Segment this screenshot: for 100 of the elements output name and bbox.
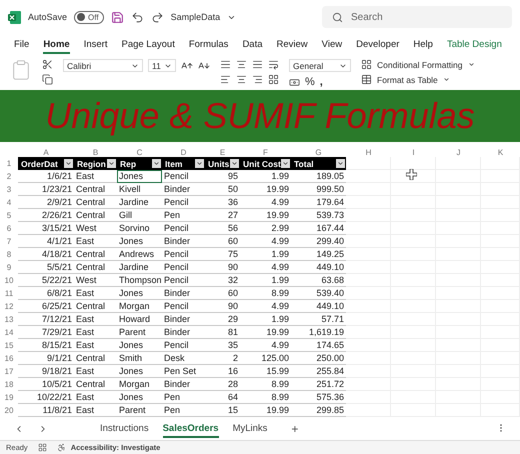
table-cell: East xyxy=(74,365,117,378)
table-cell: 6/25/21 xyxy=(18,300,74,313)
table-cell: East xyxy=(74,287,117,300)
font-name-dropdown[interactable]: Calibri xyxy=(63,59,143,72)
table-cell: 575.36 xyxy=(291,391,346,404)
row-header[interactable]: 18 xyxy=(0,378,18,391)
table-cell: Binder xyxy=(162,326,205,339)
menu-tab[interactable]: Page Layout xyxy=(121,36,175,54)
table-cell: Binder xyxy=(162,235,205,248)
column-header[interactable]: A xyxy=(18,147,74,157)
row-header[interactable]: 13 xyxy=(0,313,18,326)
table-cell: Central xyxy=(74,378,117,391)
table-cell: 35 xyxy=(205,339,240,352)
table-cell: 19.99 xyxy=(240,404,291,417)
menu-tab[interactable]: Help xyxy=(413,36,433,54)
table-cell: 299.85 xyxy=(291,404,346,417)
menu-tab[interactable]: Insert xyxy=(84,36,108,54)
sheet-tab[interactable]: MyLinks xyxy=(232,420,268,438)
table-cell: Pencil xyxy=(162,261,205,274)
table-cell: Binder xyxy=(162,183,205,196)
row-header[interactable]: 14 xyxy=(0,326,18,339)
table-cell: Central xyxy=(74,248,117,261)
style-command[interactable]: Format as Table xyxy=(377,74,438,84)
table-cell: Jones xyxy=(117,365,162,378)
menu-tab[interactable]: Formulas xyxy=(188,36,228,54)
row-header[interactable]: 2 xyxy=(0,170,18,183)
menu-tab[interactable]: Home xyxy=(43,36,70,54)
row-header[interactable]: 1 xyxy=(0,157,18,170)
menu-tab[interactable]: Data xyxy=(242,36,263,54)
table-header: Units xyxy=(205,157,240,170)
column-header[interactable]: I xyxy=(391,147,436,157)
table-cell: 4.99 xyxy=(240,261,291,274)
table-cell: 8.99 xyxy=(240,378,291,391)
table-header: Item xyxy=(162,157,205,170)
column-header[interactable]: D xyxy=(162,147,205,157)
comma-button[interactable]: , xyxy=(320,76,323,88)
table-cell: 36 xyxy=(205,196,240,209)
table-cell: East xyxy=(74,339,117,352)
font-size-dropdown[interactable]: 11 xyxy=(148,59,176,72)
sheet-tab[interactable]: Instructions xyxy=(100,420,149,438)
row-header[interactable]: 11 xyxy=(0,287,18,300)
column-header[interactable]: E xyxy=(205,147,240,157)
column-header[interactable]: C xyxy=(117,147,162,157)
row-header[interactable]: 6 xyxy=(0,222,18,235)
column-header[interactable]: H xyxy=(346,147,391,157)
row-header[interactable]: 3 xyxy=(0,183,18,196)
table-cell: 95 xyxy=(205,170,240,183)
row-header[interactable]: 9 xyxy=(0,261,18,274)
table-cell: 27 xyxy=(205,209,240,222)
sheet-tab[interactable]: SalesOrders xyxy=(162,420,219,438)
number-format-dropdown[interactable]: General xyxy=(289,59,351,72)
table-cell: 4.99 xyxy=(240,339,291,352)
autosave-toggle[interactable]: Off xyxy=(74,10,104,24)
menu-tab[interactable]: Review xyxy=(276,36,308,54)
search-field[interactable]: Search xyxy=(322,6,512,28)
table-cell: Pen xyxy=(162,209,205,222)
table-cell: 8/15/21 xyxy=(18,339,74,352)
column-header[interactable]: B xyxy=(74,147,117,157)
row-header[interactable]: 5 xyxy=(0,209,18,222)
row-header[interactable]: 17 xyxy=(0,365,18,378)
table-cell: Central xyxy=(74,183,117,196)
menu-tab[interactable]: View xyxy=(322,36,342,54)
column-header[interactable]: G xyxy=(291,147,346,157)
file-name[interactable]: SampleData xyxy=(170,12,220,22)
add-sheet-button[interactable]: + xyxy=(291,422,298,436)
table-cell: 250.00 xyxy=(291,352,346,365)
style-command[interactable]: Conditional Formatting xyxy=(377,60,463,70)
row-header[interactable]: 16 xyxy=(0,352,18,365)
column-header[interactable]: K xyxy=(481,147,520,157)
table-cell: Gill xyxy=(117,209,162,222)
column-header[interactable]: F xyxy=(240,147,291,157)
table-cell: 449.10 xyxy=(291,300,346,313)
table-cell: 75 xyxy=(205,248,240,261)
table-cell: East xyxy=(74,170,117,183)
table-cell: 15 xyxy=(205,404,240,417)
table-cell: 15.99 xyxy=(240,365,291,378)
row-header[interactable]: 15 xyxy=(0,339,18,352)
menu-tab[interactable]: Developer xyxy=(356,36,400,54)
percent-button[interactable]: % xyxy=(305,76,315,88)
row-header[interactable]: 12 xyxy=(0,300,18,313)
row-header[interactable]: 10 xyxy=(0,274,18,287)
row-header[interactable]: 20 xyxy=(0,404,18,417)
table-cell: 2/26/21 xyxy=(18,209,74,222)
column-header[interactable]: J xyxy=(436,147,481,157)
row-header[interactable]: 4 xyxy=(0,196,18,209)
table-cell: Morgan xyxy=(117,300,162,313)
table-cell: East xyxy=(74,391,117,404)
table-cell: 4.99 xyxy=(240,300,291,313)
row-header[interactable]: 19 xyxy=(0,391,18,404)
row-header[interactable]: 8 xyxy=(0,248,18,261)
table-cell: 32 xyxy=(205,274,240,287)
table-cell: 10/22/21 xyxy=(18,391,74,404)
menu-tab[interactable]: Table Design xyxy=(446,36,502,54)
row-header[interactable]: 7 xyxy=(0,235,18,248)
table-cell: Pen xyxy=(162,391,205,404)
table-cell: Binder xyxy=(162,313,205,326)
table-cell: Pencil xyxy=(162,300,205,313)
table-cell: 2 xyxy=(205,352,240,365)
menu-tab[interactable]: File xyxy=(14,36,30,54)
table-cell: Pen Set xyxy=(162,365,205,378)
